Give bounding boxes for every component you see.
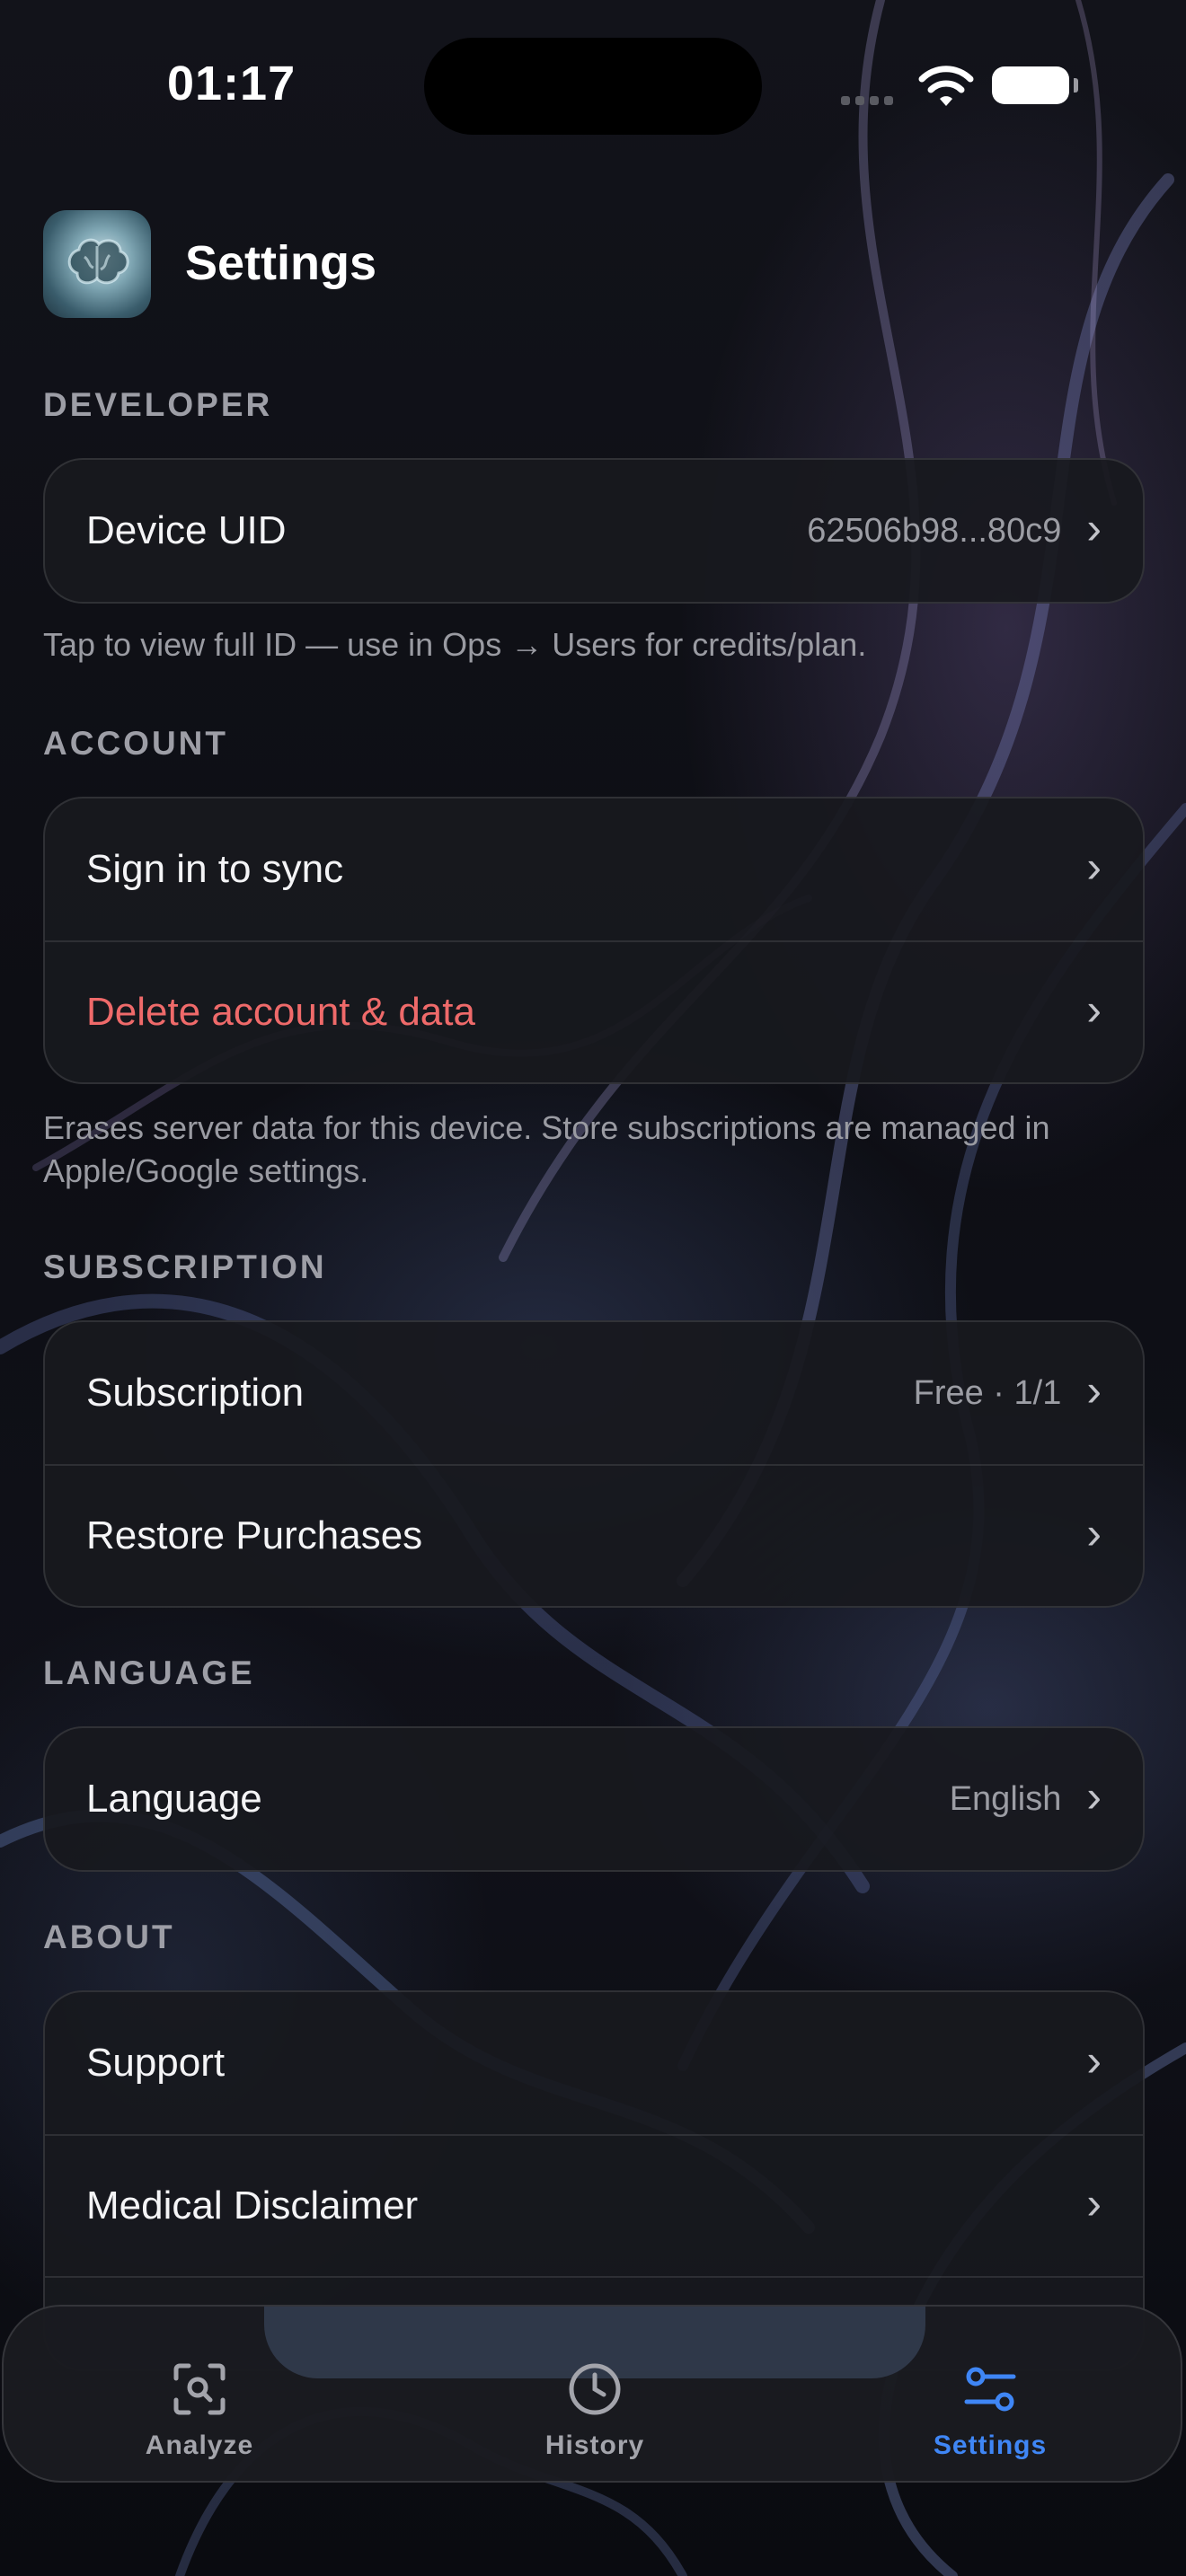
account-footnote: Erases server data for this device. Stor… [43,1109,1050,1189]
chevron-right-icon: › [1086,1508,1102,1558]
chevron-right-icon: › [1086,842,1102,892]
support-row[interactable]: Support › [45,1992,1143,2134]
account-group: Sign in to sync › Delete account & data … [43,797,1145,1084]
section-header-about: ABOUT [43,1919,175,1955]
chevron-right-icon: › [1086,1365,1102,1416]
section-header-account: ACCOUNT [43,725,228,762]
language-label: Language [86,1777,262,1821]
chevron-right-icon: › [1086,1771,1102,1822]
language-group: Language English › [43,1726,1145,1872]
subscription-label: Subscription [86,1371,305,1415]
tab-analyze[interactable]: Analyze [92,2360,307,2461]
brain-app-icon [43,210,151,318]
language-value: English [949,1779,1062,1818]
sign-in-label: Sign in to sync [86,847,344,891]
scan-search-icon [173,2363,226,2415]
chevron-right-icon: › [1086,984,1102,1035]
support-label: Support [86,2041,226,2085]
chevron-right-icon: › [1086,2035,1102,2086]
restore-purchases-row[interactable]: Restore Purchases › [45,1464,1143,1606]
medical-disclaimer-row[interactable]: Medical Disclaimer › [45,2134,1143,2276]
device-uid-label: Device UID [86,508,287,552]
tab-settings[interactable]: Settings [882,2360,1098,2461]
section-header-language: LANGUAGE [43,1654,255,1691]
section-header-developer: DEVELOPER [43,386,273,423]
clock-icon [569,2363,621,2415]
settings-screen: 01:17 Settings DEVELOPER Device UID 6250… [0,0,1186,2576]
delete-account-row[interactable]: Delete account & data › [45,940,1143,1082]
chevron-right-icon: › [1086,2178,1102,2228]
tab-history-label: History [544,2430,645,2460]
cellular-signal-icon [841,93,898,110]
dynamic-island [424,38,762,135]
section-header-subscription: SUBSCRIPTION [43,1248,327,1285]
status-time: 01:17 [167,57,296,110]
subscription-value: Free · 1/1 [913,1373,1062,1412]
device-uid-row[interactable]: Device UID 62506b98...80c9 › [45,460,1143,602]
restore-purchases-label: Restore Purchases [86,1513,423,1557]
developer-footnote: Tap to view full ID — use in Ops → Users… [43,626,867,663]
page-title: Settings [185,236,377,290]
battery-icon [992,66,1078,104]
subscription-group: Subscription Free · 1/1 › Restore Purcha… [43,1320,1145,1608]
tab-bar: Analyze History Settings [2,2305,1182,2483]
tab-history[interactable]: History [487,2360,703,2461]
tab-settings-label: Settings [933,2430,1048,2460]
chevron-right-icon: › [1086,503,1102,553]
tab-analyze-label: Analyze [145,2430,254,2460]
delete-account-label: Delete account & data [86,990,475,1034]
language-row[interactable]: Language English › [45,1728,1143,1870]
subscription-row[interactable]: Subscription Free · 1/1 › [45,1322,1143,1464]
device-uid-value: 62506b98...80c9 [807,511,1062,550]
wifi-icon [918,66,974,106]
medical-disclaimer-label: Medical Disclaimer [86,2183,419,2228]
sign-in-row[interactable]: Sign in to sync › [45,798,1143,940]
sliders-icon [964,2367,1016,2412]
developer-group: Device UID 62506b98...80c9 › [43,458,1145,604]
